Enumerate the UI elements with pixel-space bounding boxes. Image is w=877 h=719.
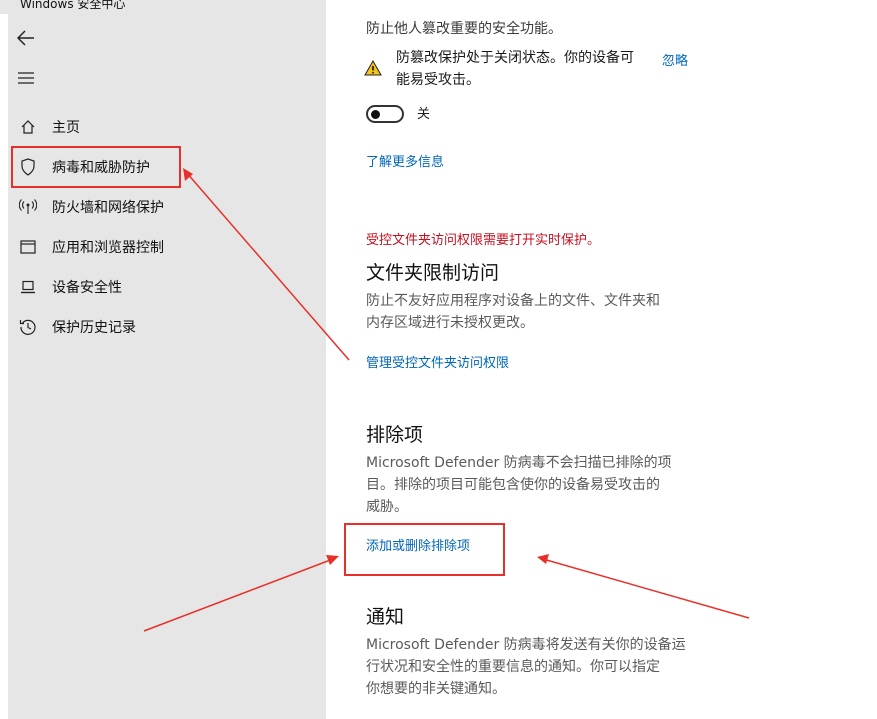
warning-icon bbox=[364, 59, 382, 80]
tamper-warning-line2: 能易受攻击。 bbox=[396, 72, 480, 88]
background-window-edge bbox=[0, 14, 8, 719]
cfa-description-line2: 内存区域进行未授权更改。 bbox=[366, 315, 534, 331]
notifications-description-line2: 行状况和安全性的重要信息的通知。你可以指定 bbox=[366, 659, 660, 675]
history-icon bbox=[18, 317, 38, 337]
notifications-title: 通知 bbox=[366, 606, 405, 628]
sidebar-item-label: 应用和浏览器控制 bbox=[52, 240, 164, 256]
back-arrow-icon[interactable] bbox=[12, 24, 40, 52]
sidebar-item-protection-history[interactable]: 保护历史记录 bbox=[16, 313, 316, 341]
toggle-knob bbox=[371, 110, 380, 119]
cfa-description-line1: 防止不友好应用程序对设备上的文件、文件夹和 bbox=[366, 293, 660, 309]
exclusions-description-line1: Microsoft Defender 防病毒不会扫描已排除的项 bbox=[366, 455, 672, 471]
sidebar: 主页 病毒和威胁防护 防火墙和网络保护 应用和浏览器控制 设备安全性 保护历史记… bbox=[8, 14, 326, 719]
exclusions-description-line2: 目。排除的项目可能包含使你的设备易受攻击的 bbox=[366, 477, 660, 493]
window-title: Windows 安全中心 bbox=[20, 0, 126, 11]
sidebar-item-label: 防火墙和网络保护 bbox=[52, 200, 164, 216]
sidebar-item-home[interactable]: 主页 bbox=[16, 113, 316, 141]
exclusions-description-line3: 威胁。 bbox=[366, 499, 408, 515]
hamburger-menu-icon[interactable] bbox=[12, 64, 40, 92]
notifications-description-line3: 你想要的非关键通知。 bbox=[366, 681, 506, 697]
sidebar-item-device-security[interactable]: 设备安全性 bbox=[16, 273, 316, 301]
tamper-protection-toggle[interactable] bbox=[366, 105, 404, 123]
wireless-antenna-icon bbox=[18, 197, 38, 217]
laptop-icon bbox=[18, 277, 38, 297]
main-content: 防止他人篡改重要的安全功能。 防篡改保护处于关闭状态。你的设备可 能易受攻击。 … bbox=[326, 0, 877, 719]
sidebar-item-label: 主页 bbox=[52, 120, 80, 136]
sidebar-item-label: 设备安全性 bbox=[52, 280, 122, 296]
realtime-protection-alert: 受控文件夹访问权限需要打开实时保护。 bbox=[366, 233, 601, 248]
sidebar-item-firewall[interactable]: 防火墙和网络保护 bbox=[16, 193, 316, 221]
tamper-protection-description: 防止他人篡改重要的安全功能。 bbox=[366, 21, 562, 37]
app-window-icon bbox=[18, 237, 38, 257]
tamper-warning-line1: 防篡改保护处于关闭状态。你的设备可 bbox=[396, 50, 634, 66]
ignore-link[interactable]: 忽略 bbox=[662, 50, 688, 69]
manage-cfa-link[interactable]: 管理受控文件夹访问权限 bbox=[366, 352, 509, 371]
controlled-folder-access-title: 文件夹限制访问 bbox=[366, 262, 500, 284]
exclusions-title: 排除项 bbox=[366, 424, 424, 446]
annotation-box-virus-protection bbox=[11, 146, 181, 188]
toggle-state-label: 关 bbox=[417, 107, 431, 122]
home-icon bbox=[18, 117, 38, 137]
window-titlebar: Windows 安全中心 bbox=[0, 0, 326, 14]
notifications-description-line1: Microsoft Defender 防病毒将发送有关你的设备运 bbox=[366, 637, 686, 653]
annotation-box-exclusions bbox=[344, 523, 505, 576]
sidebar-item-label: 保护历史记录 bbox=[52, 320, 136, 336]
learn-more-link[interactable]: 了解更多信息 bbox=[366, 151, 444, 170]
sidebar-item-app-browser-control[interactable]: 应用和浏览器控制 bbox=[16, 233, 316, 261]
